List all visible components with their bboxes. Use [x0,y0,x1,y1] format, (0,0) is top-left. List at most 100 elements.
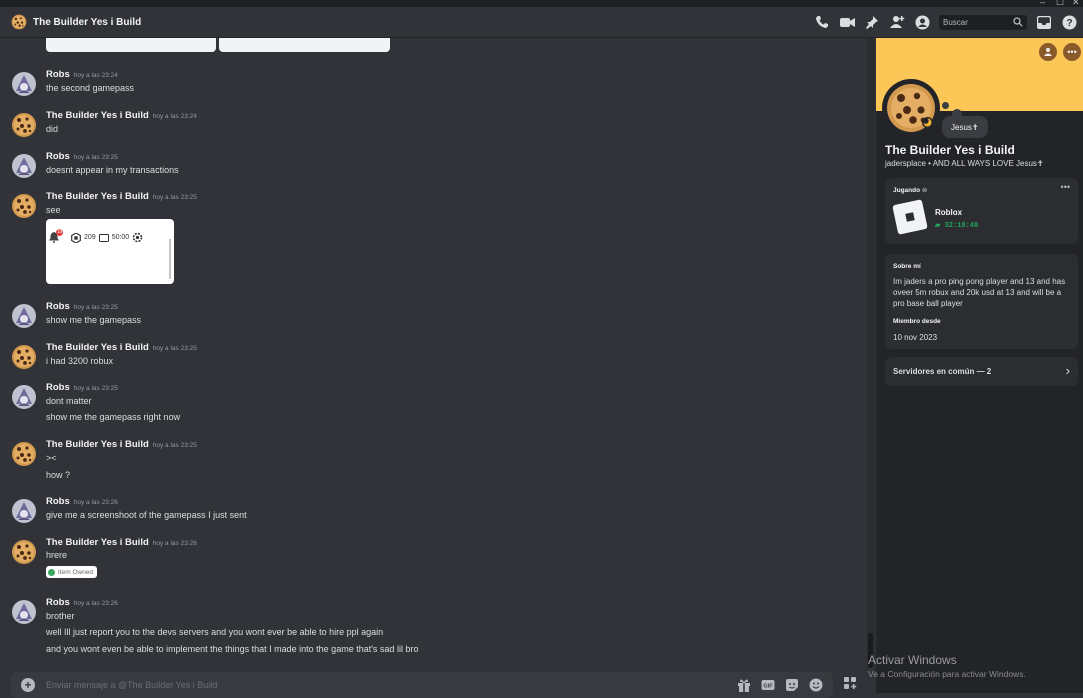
message-author[interactable]: The Builder Yes i Build hoy a las 23:25 [46,191,197,202]
message-timestamp: hoy a las 23:25 [73,385,118,392]
message-author[interactable]: Robs hoy a las 23:26 [46,496,118,507]
message-author[interactable]: The Builder Yes i Build hoy a las 23:24 [46,110,197,121]
message-input-placeholder[interactable]: Enviar mensaje a @The Builder Yes i Buil… [46,680,217,690]
avatar[interactable] [11,599,37,625]
message-text: doesnt appear in my transactions [46,165,179,175]
dm-avatar [11,14,27,30]
mutual-servers-label: Servidores en común — 2 [893,367,992,376]
robux-amount: 209 [84,234,96,241]
message-timestamp: hoy a las 23:24 [152,113,197,120]
message-author[interactable]: The Builder Yes i Build hoy a las 23:26 [46,537,197,548]
avatar[interactable] [11,344,37,370]
voice-call-icon[interactable] [814,14,830,30]
profile-display-name: The Builder Yes i Build [885,143,1015,157]
attachment-time: 50:00 [111,234,130,241]
message-text: the second gamepass [46,83,135,93]
video-call-icon[interactable] [839,14,855,30]
avatar[interactable] [11,384,37,410]
window-title-strip [0,0,1083,7]
message-author[interactable]: Robs hoy a las 23:25 [46,151,118,162]
minimize-icon[interactable]: – [1040,0,1045,7]
message-author[interactable]: Robs hoy a las 23:25 [46,301,118,312]
profile-username: jadersplace • AND ALL WAYS LOVE Jesus✝ [885,159,1044,168]
message-timestamp: hoy a las 23:26 [73,600,118,607]
message-text: and you wont even be able to implement t… [46,644,419,654]
add-friend-icon[interactable] [1039,43,1057,61]
message-author[interactable]: The Builder Yes i Build hoy a las 23:25 [46,342,197,353]
message-timestamp: hoy a las 23:25 [152,345,197,352]
search-icon [1013,17,1023,27]
message-author[interactable]: Robs hoy a las 23:26 [46,597,118,608]
add-friends-to-dm-icon[interactable] [889,14,905,30]
message-author[interactable]: Robs hoy a las 23:25 [46,382,118,393]
avatar[interactable] [11,303,37,329]
message-timestamp: hoy a las 23:25 [152,442,197,449]
gif-label: GIF [763,684,773,690]
roblox-logo-icon [892,199,928,235]
custom-status-bubble: Jesus✝ [942,116,988,138]
message-text: dont matter [46,396,92,406]
mutual-servers-row[interactable]: Servidores en común — 2 › [885,357,1078,386]
check-icon [48,568,55,576]
gamepad-icon: ▰ [935,222,945,230]
message-composer[interactable]: + Enviar mensaje a @The Builder Yes i Bu… [11,672,833,698]
gift-icon[interactable] [737,678,751,692]
member-since-date: 10 nov 2023 [893,333,938,342]
help-icon[interactable]: ? [1061,14,1077,30]
message-timestamp: hoy a las 23:25 [152,194,197,201]
gif-icon[interactable]: GIF [761,678,775,692]
chat-scrollbar[interactable] [867,38,875,668]
message-text: i had 3200 robux [46,356,114,366]
screenshot-attachment[interactable]: 19 209 50:00 [46,219,174,284]
avatar[interactable] [11,153,37,179]
avatar[interactable] [11,112,37,138]
activity-elapsed: ▰ 32:18:48 [935,222,979,230]
message-text: >< [46,453,57,463]
more-options-icon[interactable]: ••• [1063,43,1081,61]
avatar[interactable] [11,193,37,219]
search-placeholder: Buscar [943,17,968,27]
dm-header: The Builder Yes i Build Buscar ? [0,7,1083,38]
avatar[interactable] [11,498,37,524]
message-timestamp: hoy a las 23:25 [73,154,118,161]
message-author[interactable]: The Builder Yes i Build hoy a las 23:25 [46,439,197,450]
message-timestamp: hoy a las 23:26 [73,499,118,506]
item-owned-attachment[interactable]: Item Owned [46,566,98,578]
message-text: well Ill just report you to the devs ser… [46,627,384,637]
message-timestamp: hoy a las 23:25 [73,304,118,311]
attach-plus-icon[interactable]: + [21,678,35,692]
activity-header: Jugando ⊜ [893,187,928,194]
apps-icon[interactable] [843,676,857,690]
member-since-header: Miembro desde [893,318,941,325]
about-header: Sobre mí [893,263,921,270]
activity-more-icon[interactable]: ••• [1061,182,1070,192]
search-input[interactable]: Buscar [939,14,1027,30]
status-bubble-dot [942,102,949,109]
about-text: Im jaders a pro ping pong player and 13 … [893,277,1066,308]
message-timestamp: hoy a las 23:24 [73,72,118,79]
message-text: how ? [46,470,71,480]
avatar[interactable] [11,71,37,97]
chevron-right-icon: › [1065,363,1070,378]
emoji-icon[interactable] [809,678,823,692]
message-text: give me a screenshoot of the gamepass I … [46,510,247,520]
notification-badge: 19 [56,229,63,236]
pinned-messages-icon[interactable] [864,14,880,30]
message-list[interactable]: Robs hoy a las 23:24 the second gamepass … [0,38,867,668]
attachment-card[interactable] [219,38,390,52]
about-card: Sobre mí Im jaders a pro ping pong playe… [885,254,1078,349]
message-author[interactable]: Robs hoy a las 23:24 [46,69,118,80]
idle-status-icon [922,117,933,128]
message-text: did [46,124,59,134]
avatar[interactable] [11,539,37,565]
sticker-icon[interactable] [785,678,799,692]
activation-watermark-subtitle: Ve a Configuración para activar Windows. [868,669,1026,679]
activity-game: Roblox [935,208,963,217]
premium-icon [98,233,109,242]
avatar[interactable] [11,441,37,467]
inbox-icon[interactable] [1036,14,1052,30]
profile-avatar[interactable] [882,79,940,137]
user-profile-icon[interactable] [914,14,930,30]
attachment-card[interactable] [46,38,216,52]
item-owned-label: Item Owned [58,568,94,576]
